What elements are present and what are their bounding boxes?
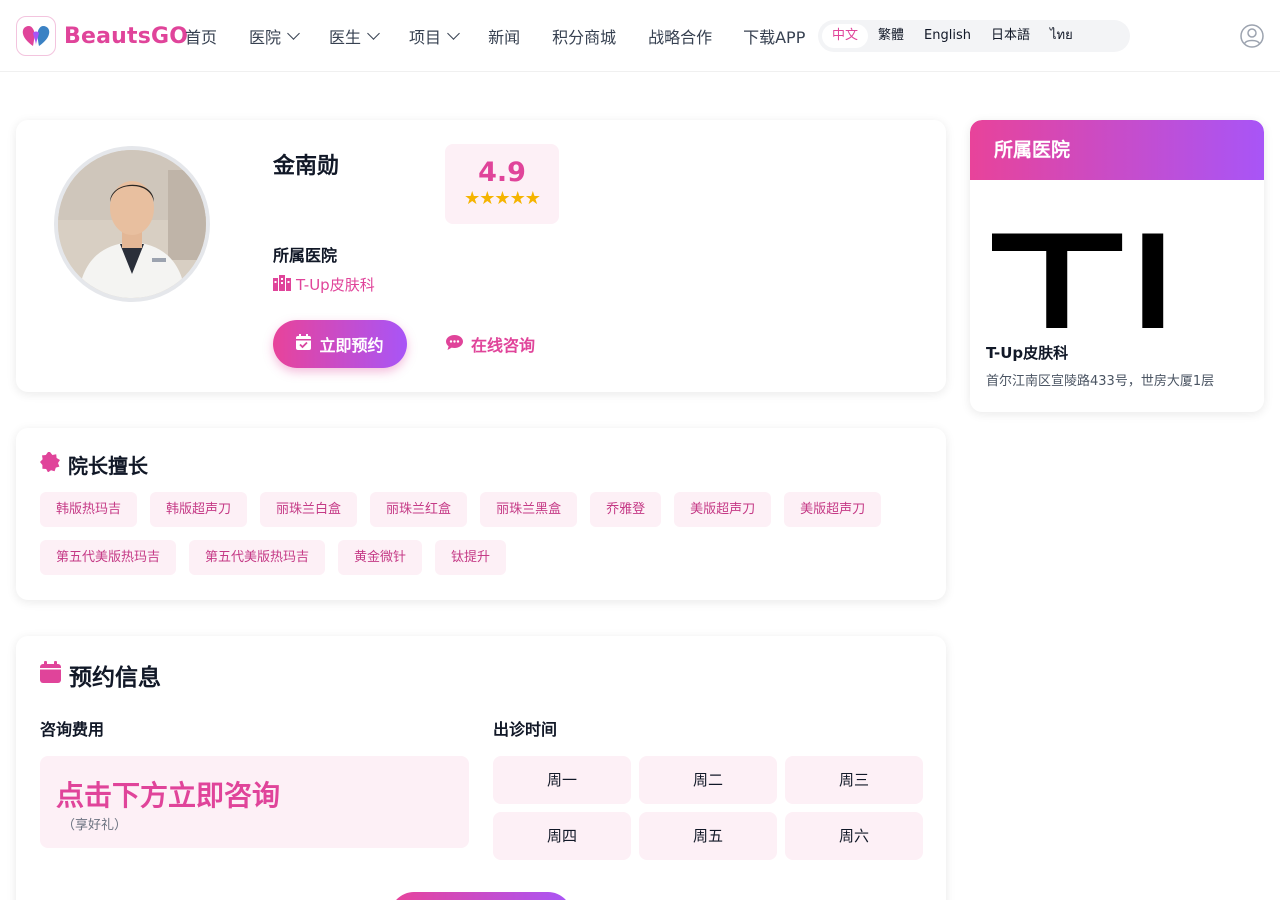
sidebar-hospital-name: T-Up皮肤科	[986, 344, 1069, 362]
schedule-day: 周六	[785, 812, 923, 860]
consult-now-button[interactable]	[390, 892, 572, 900]
chevron-down-icon	[447, 27, 460, 40]
book-now-label: 立即预约	[319, 336, 384, 355]
sidebar-title: 所属医院	[970, 120, 1264, 180]
lang-zh-cn[interactable]: 中文	[822, 24, 869, 48]
online-consult-button[interactable]: 在线咨询	[446, 320, 535, 368]
consult-fee-box: 点击下方立即咨询 （享好礼）	[40, 756, 469, 848]
hospital-logo-text: TJ	[992, 192, 1184, 328]
nav-news[interactable]: 新闻	[488, 24, 520, 48]
lang-ja[interactable]: 日本語	[981, 24, 1040, 48]
calendar-icon	[40, 661, 61, 689]
badge-seal-icon	[40, 452, 60, 477]
booking-title-row: 预约信息	[40, 658, 161, 692]
specialty-tag[interactable]: 韩版热玛吉	[40, 492, 138, 527]
hospital-label: 所属医院	[273, 246, 338, 265]
calendar-check-icon	[296, 334, 312, 354]
sidebar-hospital-address: 首尔江南区宣陵路433号，世房大厦1层	[986, 374, 1215, 389]
nav-download-app[interactable]: 下载APP	[743, 24, 805, 48]
specialties-card: 院长擅长 韩版热玛吉 韩版超声刀 丽珠兰白盒 丽珠兰红盒 丽珠兰黑盒 乔雅登 美…	[16, 428, 946, 600]
top-header: BeautsGO 首页 医院 医生 项目 新闻 积分商城 战略合作 下载APP …	[0, 0, 1280, 72]
schedule-day: 周四	[493, 812, 631, 860]
hospital-link-text: T-Up皮肤科	[296, 276, 375, 294]
doctor-name: 金南勋	[273, 154, 340, 179]
schedule-label: 出诊时间	[493, 720, 558, 739]
specialty-tag[interactable]: 黄金微针	[338, 540, 423, 575]
specialties-title-row: 院长擅长	[40, 450, 148, 479]
rating-score: 4.9	[478, 157, 526, 188]
specialty-tag[interactable]: 美版超声刀	[674, 492, 772, 527]
chat-bubble-icon	[446, 334, 463, 354]
consult-fee-text: 点击下方立即咨询	[56, 779, 281, 812]
affiliated-hospital-card[interactable]: 所属医院 TJ T-Up皮肤科 首尔江南区宣陵路433号，世房大厦1层	[970, 120, 1264, 412]
online-consult-label: 在线咨询	[471, 336, 536, 355]
schedule-day: 周二	[639, 756, 777, 804]
specialty-tag[interactable]: 韩版超声刀	[150, 492, 248, 527]
doctor-avatar	[54, 146, 210, 302]
consult-fee-note: （享好礼）	[62, 818, 128, 833]
user-circle-icon[interactable]	[1240, 24, 1264, 48]
hospital-link[interactable]: T-Up皮肤科	[273, 274, 375, 295]
heart-logo-icon	[16, 16, 56, 56]
lang-en[interactable]: English	[914, 24, 981, 48]
nav-projects[interactable]: 项目	[409, 24, 460, 48]
rating-box: 4.9 ★★★★★	[445, 144, 559, 224]
schedule-day: 周五	[639, 812, 777, 860]
specialty-tag[interactable]: 第五代美版热玛吉	[40, 540, 177, 575]
doctor-profile-card: 金南勋 4.9 ★★★★★ 所属医院 T-Up皮肤科 立即预约 在线咨询	[16, 120, 946, 392]
specialty-tag[interactable]: 丽珠兰黑盒	[480, 492, 578, 527]
chevron-down-icon	[367, 27, 380, 40]
schedule-day: 周三	[785, 756, 923, 804]
lang-th[interactable]: ไทย	[1040, 24, 1083, 48]
specialty-tag[interactable]: 第五代美版热玛吉	[189, 540, 326, 575]
book-now-button[interactable]: 立即预约	[273, 320, 407, 368]
specialty-tag-list: 韩版热玛吉 韩版超声刀 丽珠兰白盒 丽珠兰红盒 丽珠兰黑盒 乔雅登 美版超声刀 …	[40, 492, 920, 575]
nav-partnership[interactable]: 战略合作	[648, 24, 712, 48]
specialty-tag[interactable]: 美版超声刀	[784, 492, 882, 527]
consult-fee-label: 咨询费用	[40, 720, 105, 739]
nav-hospitals[interactable]: 医院	[249, 24, 300, 48]
lang-zh-tw[interactable]: 繁體	[868, 24, 914, 48]
booking-info-card: 预约信息 咨询费用 出诊时间 点击下方立即咨询 （享好礼） 周一 周二 周三 周…	[16, 636, 946, 900]
schedule-day: 周一	[493, 756, 631, 804]
nav-home[interactable]: 首页	[185, 24, 217, 48]
specialty-tag[interactable]: 乔雅登	[590, 492, 662, 527]
brand-logo[interactable]: BeautsGO	[16, 16, 188, 56]
main-nav: 首页 医院 医生 项目 新闻 积分商城 战略合作 下载APP	[185, 0, 805, 72]
hospital-building-icon	[273, 274, 291, 295]
nav-doctors[interactable]: 医生	[329, 24, 380, 48]
specialty-tag[interactable]: 丽珠兰白盒	[260, 492, 358, 527]
chevron-down-icon	[287, 27, 300, 40]
hospital-logo-image: TJ	[992, 192, 1192, 328]
language-switcher: 中文 繁體 English 日本語 ไทย	[818, 20, 1130, 52]
schedule-day-grid: 周一 周二 周三 周四 周五 周六	[493, 756, 923, 860]
brand-name: BeautsGO	[64, 23, 189, 49]
specialty-tag[interactable]: 丽珠兰红盒	[370, 492, 468, 527]
specialty-tag[interactable]: 钛提升	[435, 540, 507, 575]
star-rating-icon: ★★★★★	[464, 187, 541, 209]
nav-points-mall[interactable]: 积分商城	[552, 24, 616, 48]
